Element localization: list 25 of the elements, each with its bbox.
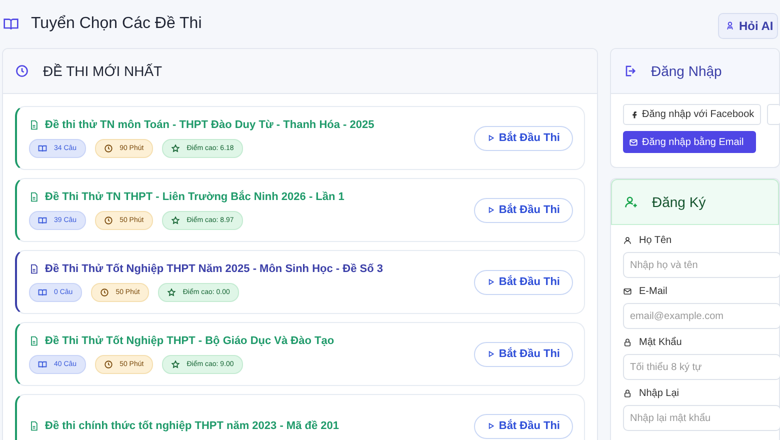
start-exam-button[interactable]: Bắt Đầu Thi [474,342,573,366]
exam-title-link[interactable]: Đề Thi Thử Tốt Nghiệp THPT - Bộ Giáo Dục Và Đào Tạo [45,334,334,346]
field-label: E-Mail [639,286,668,297]
register-title: Đăng Ký [652,194,706,210]
panel-title: ĐỀ THI MỚI NHẤT [43,63,162,79]
start-exam-button[interactable]: Bắt Đầu Thi [474,198,573,222]
field-label: Họ Tên [639,235,672,246]
start-exam-button[interactable]: Bắt Đầu Thi [474,270,573,294]
field-label: Nhập Lại [639,388,680,399]
input-field[interactable]: email@example.com [623,303,780,329]
start-exam-button[interactable]: Bắt Đầu Thi [474,126,573,150]
exam-title-link[interactable]: Đề Thi Thử TN THPT - Liên Trường Bắc Ninh 2026 - Lần 1 [45,190,344,202]
email-login-button[interactable]: Đăng nhập bằng Email [623,131,756,153]
login-title: Đăng Nhập [651,63,722,79]
exam-title-link[interactable]: Đề Thi Thử Tốt Nghiệp THPT Năm 2025 - Môn Sinh Học - Đề Số 3 [45,262,383,274]
field-label: Mật Khẩu [639,337,682,348]
page-title: Tuyển Chọn Các Đề Thi [31,15,202,33]
input-field[interactable]: Tối thiểu 8 ký tự [623,354,780,380]
facebook-login-button[interactable]: Đăng nhập với Facebook [623,104,762,125]
exam-title-link[interactable]: Đề thi chính thức tốt nghiệp THPT năm 2023 - Mã đề 201 [45,420,340,432]
input-field[interactable]: Nhập họ và tên [623,252,780,278]
start-exam-button[interactable]: Bắt Đầu Thi [474,414,573,438]
exam-title-link[interactable]: Đề thi thử TN môn Toán - THPT Đào Duy Từ - Thanh Hóa - 2025 [45,118,374,130]
ask-ai-button[interactable]: Hỏi AI [718,13,778,39]
input-field[interactable]: Nhập lại mật khẩu [623,405,780,431]
